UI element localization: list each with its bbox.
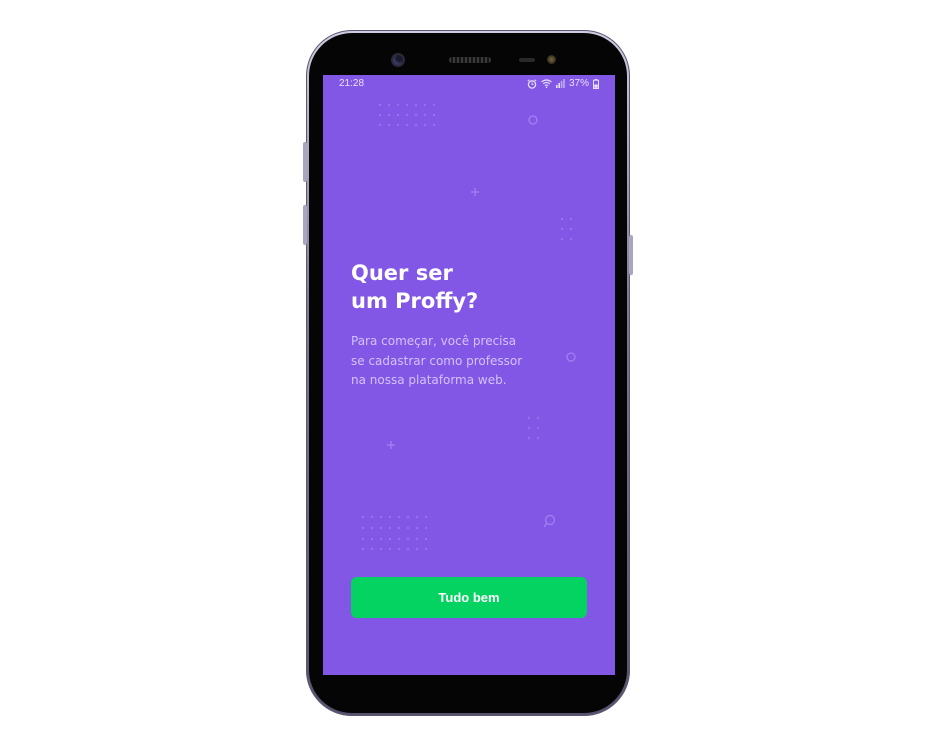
dot-grid-top [378, 103, 436, 127]
title-line: um Proffy? [351, 289, 479, 313]
proximity-sensor-icon [519, 58, 535, 62]
page-title: Quer ser um Proffy? [351, 259, 551, 315]
title-line: Quer ser [351, 261, 453, 285]
tudo-bem-button[interactable]: Tudo bem [351, 577, 587, 618]
description-line: na nossa plataforma web. [351, 373, 507, 387]
description-line: Para começar, você precisa [351, 334, 517, 348]
plus-shape-top [471, 188, 479, 196]
dot-column-right [560, 217, 573, 241]
description-line: se cadastrar como professor [351, 353, 523, 368]
volume-down-button [303, 205, 307, 245]
ring-shape-top [528, 115, 538, 125]
onboarding-screen: 21:28 37% Quer ser um Proffy? Para começ… [323, 75, 615, 675]
ring-tail [543, 522, 548, 528]
ring-shape-middle [566, 352, 576, 362]
plus-shape-middle [387, 441, 395, 449]
dot-grid-bottom [361, 515, 428, 551]
front-flash-icon [547, 55, 556, 64]
power-button [629, 235, 633, 275]
earpiece-speaker-icon [449, 57, 491, 63]
volume-up-button [303, 142, 307, 182]
dot-column-middle [527, 416, 540, 440]
front-camera-icon [393, 55, 403, 65]
page-description: Para começar, você precisa se cadastrar … [351, 332, 551, 391]
